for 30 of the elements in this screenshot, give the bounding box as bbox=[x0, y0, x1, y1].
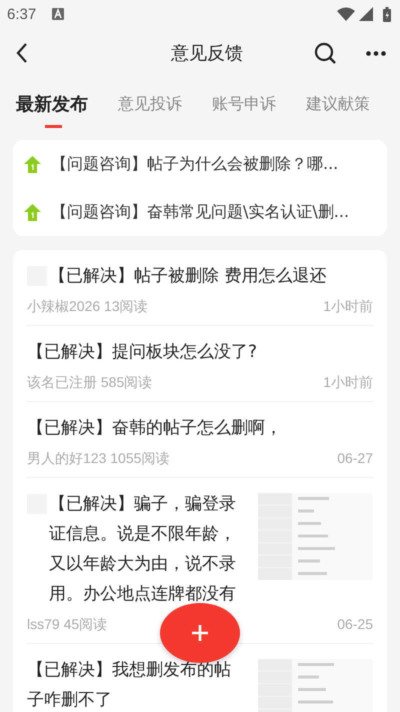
notification-icon bbox=[52, 8, 64, 20]
back-icon bbox=[16, 43, 28, 63]
more-button[interactable] bbox=[366, 50, 386, 56]
post-meta: 男人的好123 1055阅读 bbox=[27, 449, 170, 467]
post-meta: 该名已注册 585阅读 bbox=[27, 373, 152, 391]
signal-icon bbox=[359, 7, 373, 21]
post-title[interactable]: 【已解决】奋韩的帖子怎么删啊， bbox=[27, 413, 373, 443]
pin-up-arrow-icon bbox=[24, 156, 41, 172]
post-title[interactable]: 【已解决】提问板块怎么没了? bbox=[27, 337, 373, 367]
post-title[interactable]: 【已解决】帖子被删除 费用怎么退还 bbox=[49, 261, 373, 291]
post-time: 06-25 bbox=[337, 615, 373, 633]
pin-up-arrow-icon bbox=[24, 204, 41, 220]
post-time: 06-27 bbox=[337, 449, 373, 467]
post-title[interactable]: 【已解决】骗子，骗登录证信息。说是不限年龄，又以年龄大为由，说不录用。办公地点连牌都没有 bbox=[49, 489, 246, 609]
post-meta: lss79 45阅读 bbox=[27, 615, 108, 633]
pinned-post-title[interactable]: 【问题咨询】帖子为什么会被删除？哪... bbox=[51, 154, 338, 174]
search-icon bbox=[314, 42, 336, 64]
more-icon bbox=[366, 50, 386, 56]
search-button[interactable] bbox=[314, 42, 336, 64]
plus-icon bbox=[191, 624, 209, 642]
post-time: 1小时前 bbox=[323, 373, 373, 391]
post-title[interactable]: 【已解决】我想删发布的帖子咋删不了 bbox=[27, 655, 246, 712]
back-button[interactable] bbox=[14, 43, 30, 63]
post-meta: 小辣椒2026 13阅读 bbox=[27, 297, 148, 315]
wifi-icon bbox=[337, 7, 355, 21]
post-time: 1小时前 bbox=[323, 297, 373, 315]
pinned-post-title[interactable]: 【问题咨询】奋韩常见问题\实名认证\删... bbox=[51, 202, 350, 222]
clock-time: 6:37 bbox=[7, 6, 36, 22]
battery-icon bbox=[383, 6, 391, 22]
page-title: 意见反馈 bbox=[170, 42, 244, 65]
